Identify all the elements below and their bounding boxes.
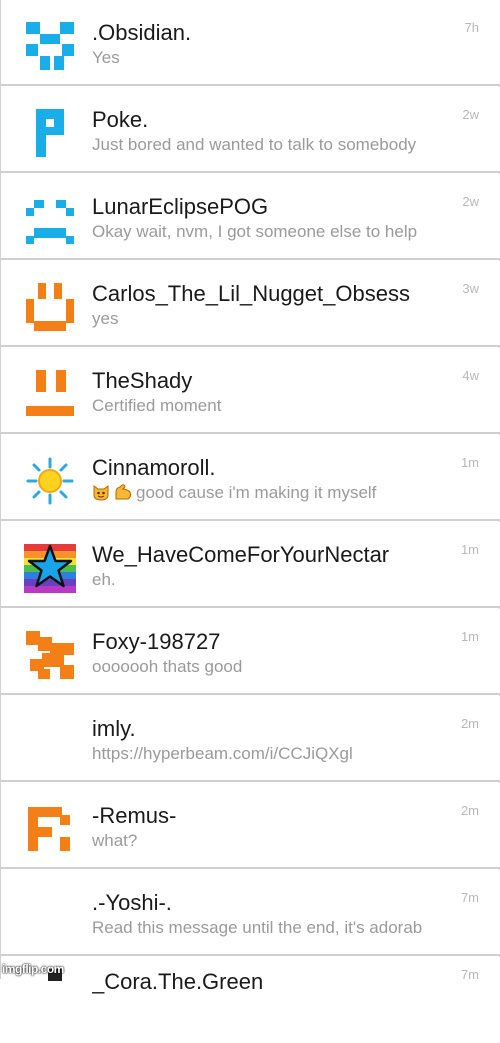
conversation-row-remus[interactable]: -Remus- what? 2m — [1, 783, 500, 869]
watermark-logo: imgflip.com — [2, 962, 64, 976]
cora-avatar-icon — [24, 969, 76, 1021]
conversation-preview: yes — [92, 309, 119, 328]
conversation-time: 1m — [460, 542, 479, 557]
foxy-avatar-icon — [24, 629, 76, 681]
shady-avatar-icon — [24, 368, 76, 420]
conversation-preview: good cause i'm making it myself — [92, 482, 478, 504]
obsidian-avatar-icon — [24, 20, 76, 72]
cat-face-icon — [92, 483, 110, 504]
conversation-preview: ooooooh thats good — [92, 657, 243, 676]
conversation-name: TheShady — [92, 368, 193, 393]
conversation-name: LunarEclipsePOG — [92, 194, 269, 219]
conversation-preview: Yes — [92, 48, 120, 67]
conversation-row-foxy[interactable]: Foxy-198727 ooooooh thats good 1m — [1, 609, 500, 695]
conversation-row-obsidian[interactable]: .Obsidian. Yes 7h — [1, 0, 500, 86]
conversation-preview: https://hyperbeam.com/i/CCJiQXgl — [92, 744, 353, 763]
remus-avatar-icon — [24, 803, 76, 855]
rainbow-star-avatar-icon — [24, 542, 76, 594]
conversation-row-carlos[interactable]: Carlos_The_Lil_Nugget_Obsess yes 3w — [1, 261, 500, 347]
conversation-row-poke[interactable]: Poke. Just bored and wanted to talk to s… — [1, 87, 500, 173]
conversation-row-cinnamoroll[interactable]: Cinnamoroll. good cause i'm making it my… — [1, 435, 500, 521]
carlos-avatar-icon — [24, 281, 76, 333]
conversation-preview: Certified moment — [92, 396, 222, 415]
poke-avatar-icon — [24, 107, 76, 159]
preview-text: good cause i'm making it myself — [136, 483, 377, 502]
conversation-time: 1m — [460, 455, 479, 470]
conversation-time: 7m — [460, 890, 479, 905]
conversation-name: Carlos_The_Lil_Nugget_Obsess — [92, 281, 410, 306]
conversation-row-theshady[interactable]: TheShady Certified moment 4w — [1, 348, 500, 434]
conversation-preview: Just bored and wanted to talk to somebod… — [92, 135, 417, 154]
conversation-name: _Cora.The.Green — [92, 969, 264, 994]
conversation-row-nectar[interactable]: We_HaveComeForYourNectar eh. 1m — [1, 522, 500, 608]
conversation-list: .Obsidian. Yes 7h Poke. Just bored and w… — [0, 0, 500, 1043]
conversation-time: 1m — [460, 629, 479, 644]
conversation-time: 2m — [460, 716, 479, 731]
conversation-name: .-Yoshi-. — [92, 890, 172, 915]
conversation-time: 2w — [462, 194, 479, 209]
conversation-time: 4w — [462, 368, 479, 383]
conversation-preview: eh. — [92, 570, 116, 589]
conversation-preview: Okay wait, nvm, I got someone else to he… — [92, 222, 418, 241]
conversation-row-imly[interactable]: imly. https://hyperbeam.com/i/CCJiQXgl 2… — [1, 696, 500, 782]
sun-avatar-icon — [24, 455, 76, 507]
conversation-name: Poke. — [92, 107, 149, 132]
conversation-time: 3w — [462, 281, 479, 296]
conversation-row-cora[interactable]: _Cora.The.Green 7m — [1, 957, 500, 1043]
conversation-preview: Read this message until the end, it's ad… — [92, 918, 423, 937]
conversation-name: We_HaveComeForYourNectar — [92, 542, 390, 567]
conversation-time: 2m — [460, 803, 479, 818]
conversation-name: Foxy-198727 — [92, 629, 221, 654]
conversation-name: Cinnamoroll. — [92, 455, 216, 480]
conversation-name: -Remus- — [92, 803, 177, 828]
lunar-avatar-icon — [24, 194, 76, 246]
conversation-preview: what? — [92, 831, 138, 850]
conversation-time: 7h — [464, 20, 479, 35]
conversation-row-yoshi[interactable]: .-Yoshi-. Read this message until the en… — [1, 870, 500, 956]
conversation-time: 7m — [460, 967, 479, 982]
flexed-arm-icon — [113, 483, 133, 504]
conversation-name: .Obsidian. — [92, 20, 192, 45]
conversation-time: 2w — [462, 107, 479, 122]
conversation-row-lunar[interactable]: LunarEclipsePOG Okay wait, nvm, I got so… — [1, 174, 500, 260]
conversation-name: imly. — [92, 716, 136, 741]
